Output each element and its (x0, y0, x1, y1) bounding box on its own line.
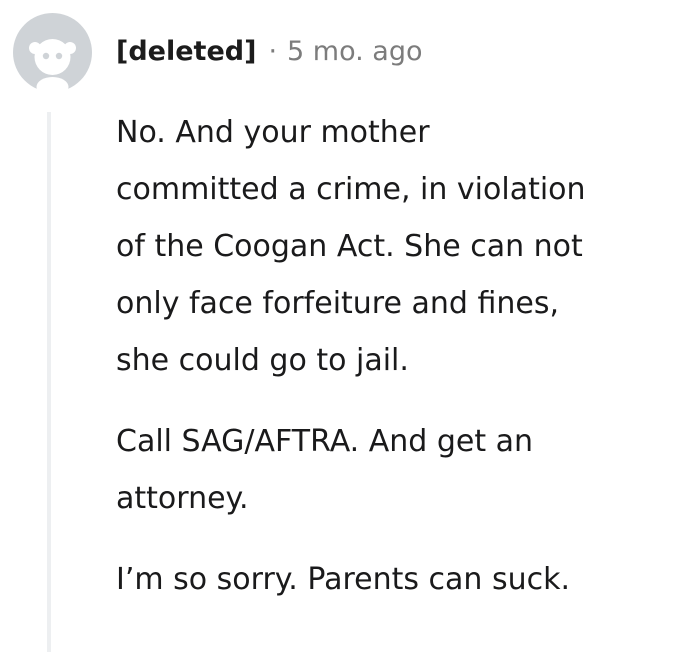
timestamp[interactable]: 5 mo. ago (287, 32, 422, 72)
comment-paragraph-2: Call SAG/AFTRA. And get an attorney. (116, 413, 686, 527)
reddit-snoo-avatar-icon[interactable] (13, 13, 92, 97)
author-name[interactable]: [deleted] (116, 32, 256, 72)
comment-line: I’m so sorry. Parents can suck. (116, 562, 571, 597)
comment-line: she could go to jail. (116, 343, 409, 378)
meta-separator: · (268, 36, 278, 67)
comment-line: No. And your mother (116, 115, 430, 150)
comment-paragraph-1: No. And your mother committed a crime, i… (116, 104, 686, 389)
avatar-svg (13, 13, 92, 97)
comment-meta: [deleted] · 5 mo. ago (116, 32, 423, 72)
comment-line: Call SAG/AFTRA. And get an (116, 424, 534, 459)
comment-line: committed a crime, in violation (116, 172, 586, 207)
comment-line: attorney. (116, 481, 249, 516)
comment-body: No. And your mother committed a crime, i… (116, 104, 686, 632)
comment-line: of the Coogan Act. She can not (116, 229, 583, 264)
comment-line: only face forfeiture and fines, (116, 286, 559, 321)
comment-paragraph-3: I’m so sorry. Parents can suck. (116, 551, 686, 608)
thread-collapse-line[interactable] (47, 112, 51, 652)
comment: [deleted] · 5 mo. ago No. And your mothe… (0, 0, 700, 652)
